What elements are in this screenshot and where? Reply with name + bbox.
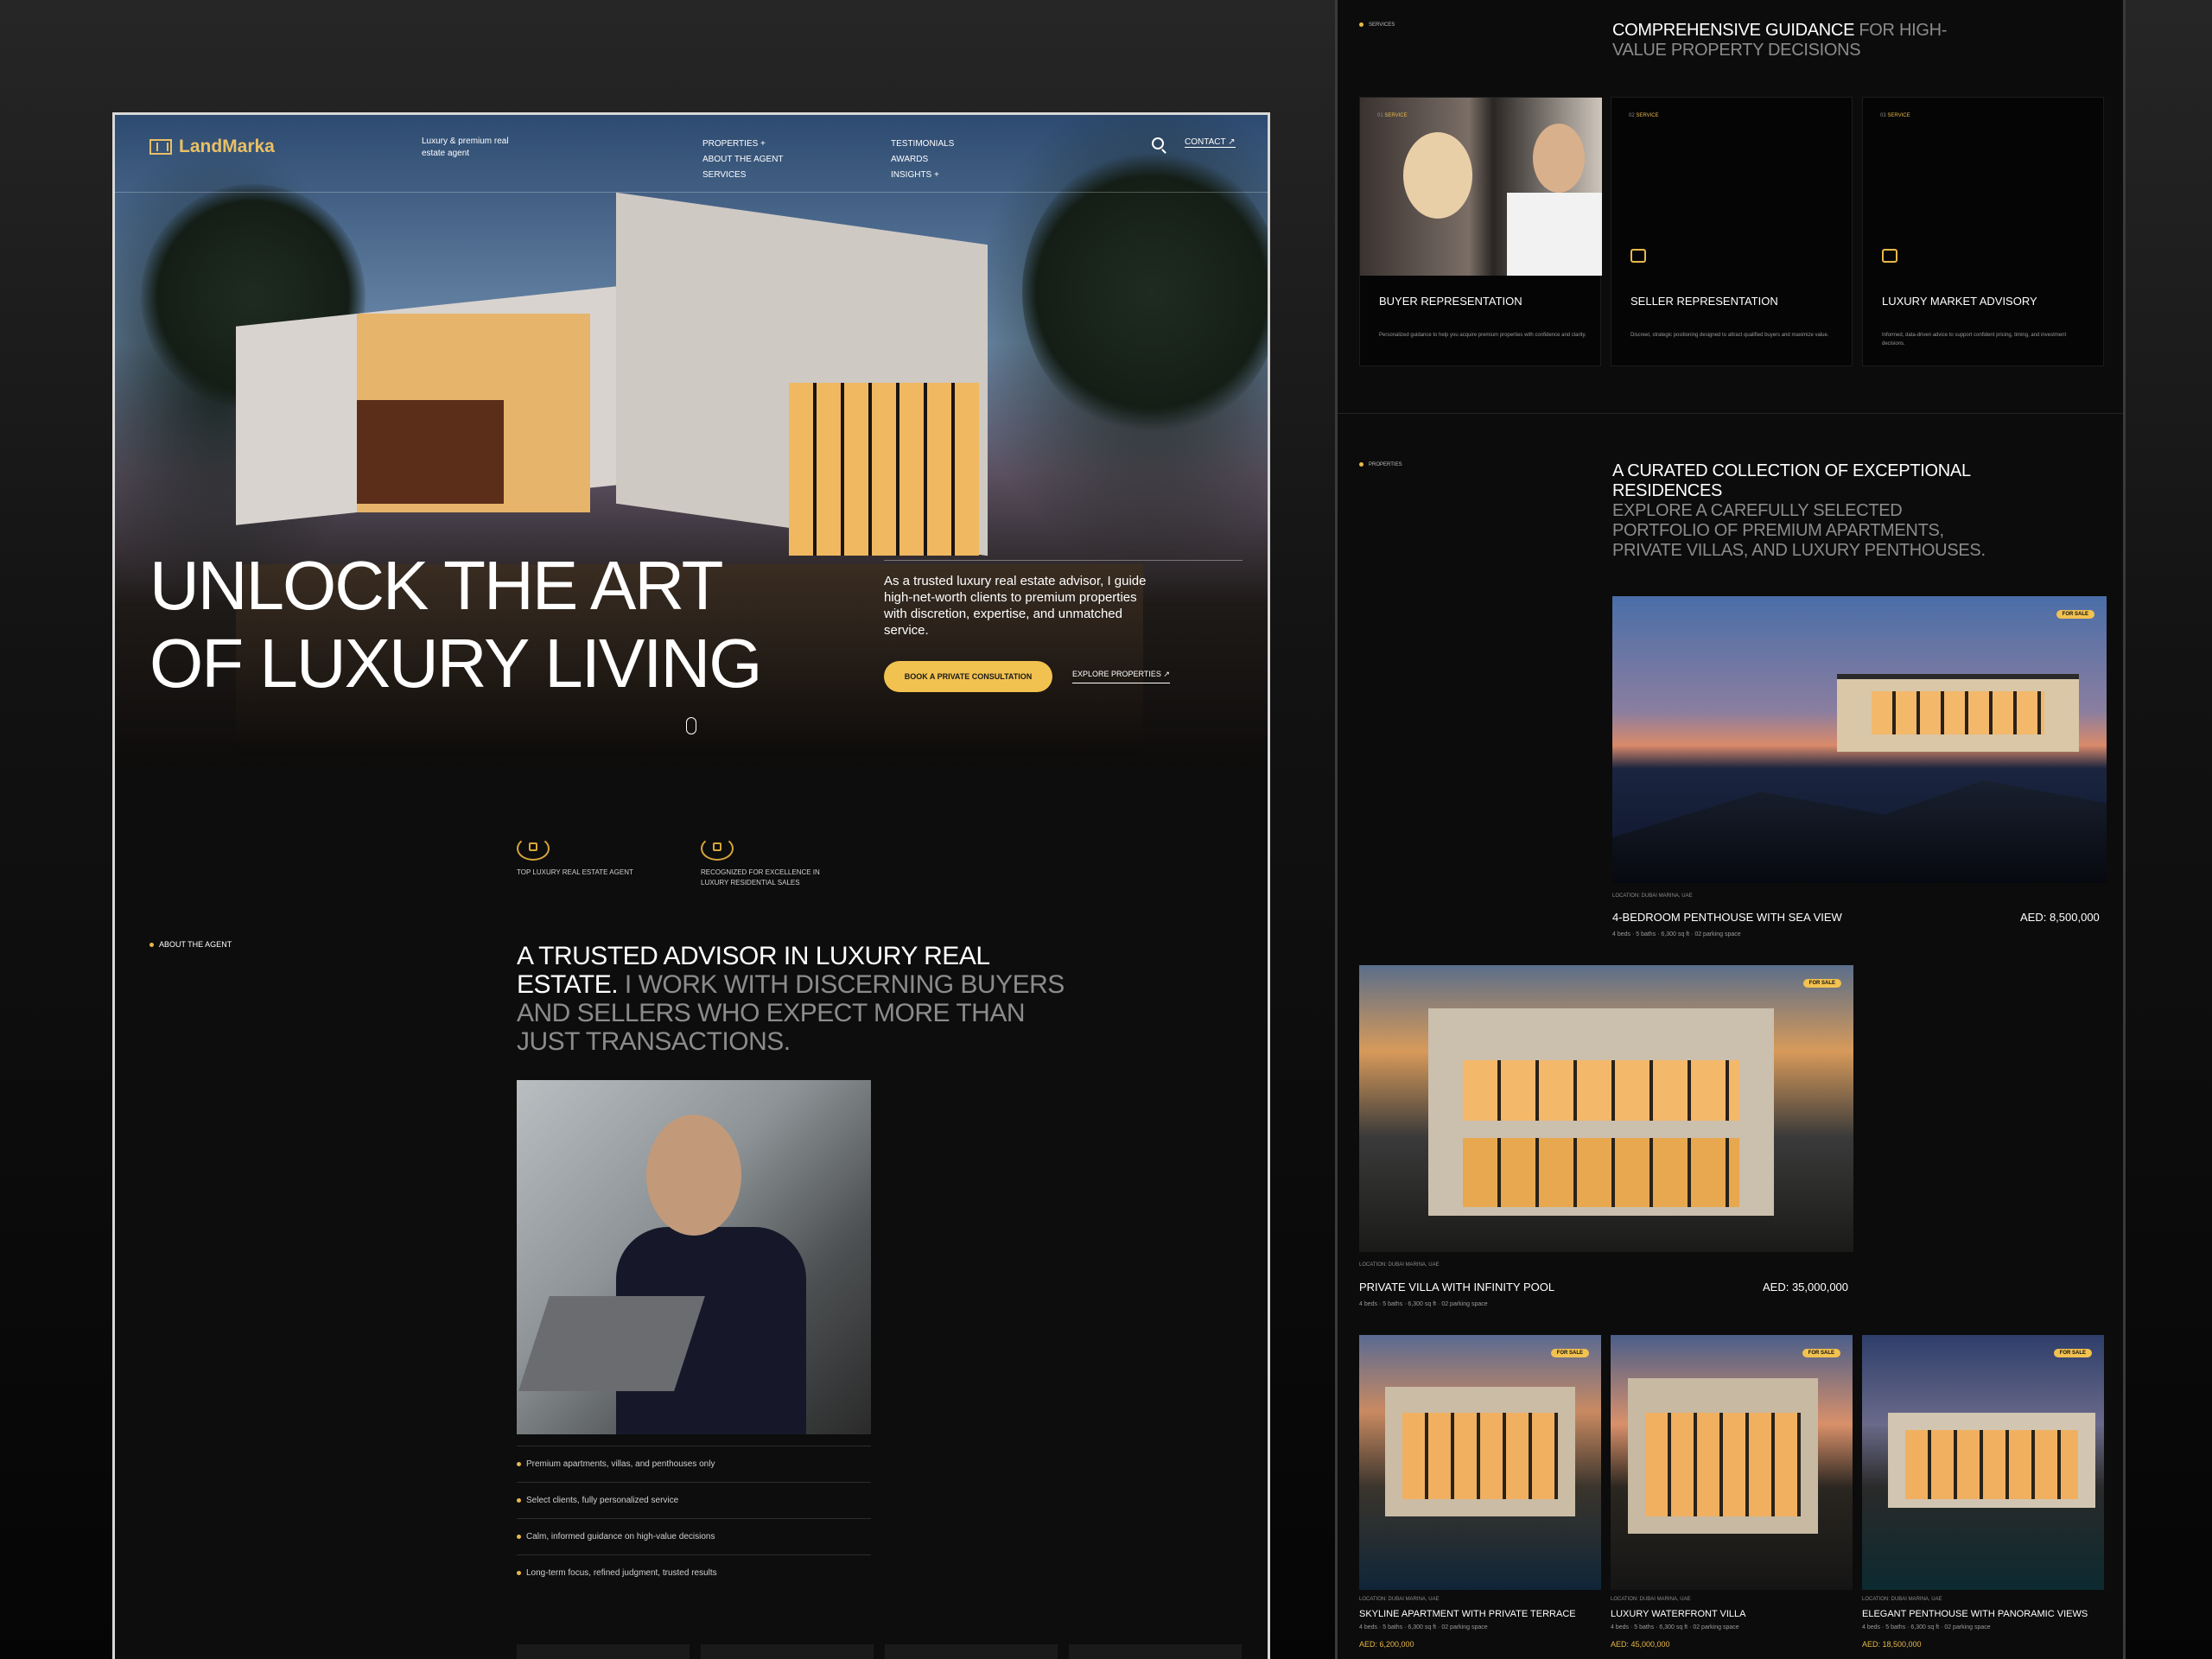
- property-meta: 4 beds · 5 baths · 6,300 sq ft · 02 park…: [1359, 1624, 1488, 1630]
- award-1-label: TOP LUXURY REAL ESTATE AGENT: [517, 868, 633, 876]
- nav-link-testimonials[interactable]: TESTIMONIALS: [891, 137, 954, 152]
- service-description: Discreet, strategic positioning designed…: [1630, 333, 1829, 338]
- brand-logo[interactable]: LandMarka: [149, 137, 275, 157]
- service-title: SELLER REPRESENTATION: [1630, 295, 1778, 308]
- agent-portrait: [517, 1080, 871, 1434]
- list-item: Calm, informed guidance on high-value de…: [517, 1518, 871, 1554]
- award-2: RECOGNIZED FOR EXCELLENCE IN LUXURY RESI…: [701, 836, 839, 888]
- property-meta: 4 beds · 5 baths · 6,300 sq ft · 02 park…: [1359, 1301, 1488, 1307]
- for-sale-badge: FOR SALE: [1802, 1349, 1840, 1357]
- for-sale-badge: FOR SALE: [1550, 1349, 1589, 1357]
- property-title[interactable]: ELEGANT PENTHOUSE WITH PANORAMIC VIEWS: [1862, 1609, 2088, 1619]
- properties-heading-strong: A CURATED COLLECTION OF EXCEPTIONAL RESI…: [1612, 461, 1971, 500]
- agent-face: [646, 1115, 741, 1236]
- laurel-icon: [701, 836, 734, 861]
- property-location: LOCATION: DUBAI MARINA, UAE: [1359, 1597, 1440, 1602]
- property-location: LOCATION: DUBAI MARINA, UAE: [1359, 1262, 1440, 1268]
- award-2-label: RECOGNIZED FOR EXCELLENCE IN LUXURY RESI…: [701, 868, 820, 887]
- property-location: LOCATION: DUBAI MARINA, UAE: [1612, 893, 1693, 899]
- section-divider: [1338, 413, 2123, 414]
- nav-link-insights[interactable]: INSIGHTS +: [891, 168, 954, 183]
- about-feature-list: Premium apartments, villas, and penthous…: [517, 1446, 871, 1591]
- advisory-icon: [1882, 249, 1897, 263]
- properties-heading-dim: EXPLORE A CAREFULLY SELECTED PORTFOLIO O…: [1612, 501, 1986, 560]
- about-heading: A TRUSTED ADVISOR IN LUXURY REAL ESTATE.…: [517, 942, 1070, 1056]
- next-section-card: [701, 1644, 874, 1659]
- nav-link-awards[interactable]: AWARDS: [891, 152, 954, 168]
- property-meta: 4 beds · 5 baths · 6,300 sq ft · 02 park…: [1862, 1624, 1991, 1630]
- property-title[interactable]: PRIVATE VILLA WITH INFINITY POOL: [1359, 1281, 1554, 1294]
- service-number: 02 SERVICE: [1629, 113, 1659, 118]
- logo-icon: [149, 139, 172, 155]
- property-photo[interactable]: FOR SALE: [1359, 965, 1853, 1252]
- laurel-icon: [517, 836, 550, 861]
- services-section-label: SERVICES: [1359, 22, 1395, 28]
- service-number: 01 SERVICE: [1377, 113, 1408, 118]
- service-title: LUXURY MARKET ADVISORY: [1882, 295, 2037, 308]
- for-sale-badge: FOR SALE: [1802, 979, 1841, 988]
- for-sale-badge: FOR SALE: [2056, 610, 2094, 619]
- brand-name: LandMarka: [179, 137, 275, 156]
- services-properties-preview: SERVICES COMPREHENSIVE GUIDANCE FOR HIGH…: [1335, 0, 2126, 1659]
- property-location: LOCATION: DUBAI MARINA, UAE: [1611, 1597, 1691, 1602]
- about-section-label: ABOUT THE AGENT: [149, 940, 232, 949]
- book-consultation-button[interactable]: BOOK A PRIVATE CONSULTATION: [884, 661, 1052, 692]
- property-title[interactable]: 4-BEDROOM PENTHOUSE WITH SEA VIEW: [1612, 911, 1842, 924]
- property-location: LOCATION: DUBAI MARINA, UAE: [1862, 1597, 1942, 1602]
- brand-tagline: Luxury & premium real estate agent: [422, 137, 509, 158]
- explore-properties-link[interactable]: EXPLORE PROPERTIES ↗: [1072, 670, 1170, 683]
- nav-link-services[interactable]: SERVICES: [702, 168, 784, 183]
- service-card-advisory[interactable]: 03 SERVICE LUXURY MARKET ADVISORY Inform…: [1862, 97, 2104, 366]
- scroll-indicator-icon[interactable]: [686, 717, 696, 734]
- service-description: Personalized guidance to help you acquir…: [1379, 333, 1586, 338]
- next-section-card: [1069, 1644, 1242, 1659]
- service-title: BUYER REPRESENTATION: [1379, 295, 1522, 308]
- property-price: AED: 8,500,000: [2020, 911, 2100, 924]
- seller-icon: [1630, 249, 1646, 263]
- laptop: [518, 1296, 705, 1391]
- properties-heading: A CURATED COLLECTION OF EXCEPTIONAL RESI…: [1612, 461, 1993, 561]
- next-section-card: [885, 1644, 1058, 1659]
- service-number: 03 SERVICE: [1880, 113, 1910, 118]
- for-sale-badge: FOR SALE: [2053, 1349, 2092, 1357]
- property-price: AED: 6,200,000: [1359, 1640, 1414, 1649]
- hero-title: UNLOCK THE ART OF LUXURY LIVING: [149, 547, 763, 702]
- list-item: Long-term focus, refined judgment, trust…: [517, 1554, 871, 1591]
- hero-divider: [884, 560, 1243, 561]
- service-description: Informed, data-driven advice to support …: [1882, 333, 2067, 346]
- service-card-buyer[interactable]: 01 SERVICE BUYER REPRESENTATION Personal…: [1359, 97, 1602, 366]
- service-photo: [1360, 98, 1602, 276]
- list-item: Select clients, fully personalized servi…: [517, 1482, 871, 1518]
- property-price: AED: 18,500,000: [1862, 1640, 1922, 1649]
- contact-link[interactable]: CONTACT ↗: [1185, 137, 1236, 148]
- nav-link-properties[interactable]: PROPERTIES +: [702, 137, 784, 152]
- nav-link-about[interactable]: ABOUT THE AGENT: [702, 152, 784, 168]
- property-price: AED: 45,000,000: [1611, 1640, 1670, 1649]
- property-photo[interactable]: FOR SALE: [1611, 1335, 1853, 1590]
- nav-column-1: PROPERTIES + ABOUT THE AGENT SERVICES: [702, 137, 784, 183]
- property-meta: 4 beds · 5 baths · 6,300 sq ft · 02 park…: [1611, 1624, 1739, 1630]
- property-photo[interactable]: FOR SALE: [1359, 1335, 1601, 1590]
- properties-section-label: PROPERTIES: [1359, 462, 1402, 467]
- list-item: Premium apartments, villas, and penthous…: [517, 1446, 871, 1482]
- hero-description: As a trusted luxury real estate advisor,…: [884, 574, 1147, 638]
- search-icon[interactable]: [1152, 137, 1164, 149]
- landing-page-preview: LandMarka Luxury & premium real estate a…: [112, 112, 1270, 1659]
- property-photo[interactable]: FOR SALE: [1612, 596, 2107, 883]
- service-card-seller[interactable]: 02 SERVICE SELLER REPRESENTATION Discree…: [1611, 97, 1853, 366]
- nav-column-2: TESTIMONIALS AWARDS INSIGHTS +: [891, 137, 954, 183]
- property-meta: 4 beds · 5 baths · 6,300 sq ft · 02 park…: [1612, 931, 1741, 938]
- property-title[interactable]: LUXURY WATERFRONT VILLA: [1611, 1609, 1745, 1619]
- next-section-card: [517, 1644, 690, 1659]
- services-heading-strong: COMPREHENSIVE GUIDANCE: [1612, 21, 1855, 40]
- property-photo[interactable]: FOR SALE: [1862, 1335, 2104, 1590]
- hero-section: LandMarka Luxury & premium real estate a…: [115, 115, 1268, 767]
- property-title[interactable]: SKYLINE APARTMENT WITH PRIVATE TERRACE: [1359, 1609, 1576, 1619]
- property-price: AED: 35,000,000: [1763, 1281, 1849, 1294]
- award-1: TOP LUXURY REAL ESTATE AGENT: [517, 836, 633, 878]
- services-heading: COMPREHENSIVE GUIDANCE FOR HIGH-VALUE PR…: [1612, 21, 1975, 60]
- top-navigation: LandMarka Luxury & premium real estate a…: [115, 115, 1268, 193]
